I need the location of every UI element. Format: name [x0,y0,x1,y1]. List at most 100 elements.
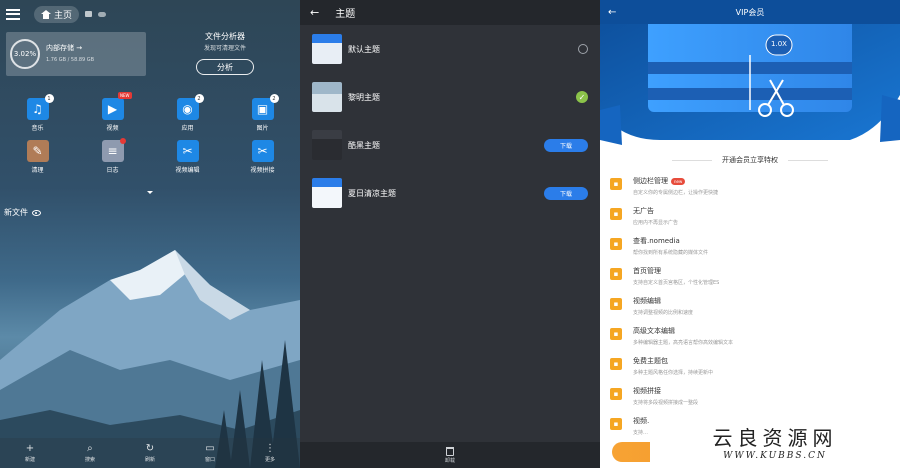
bottom-nav-label: 搜索 [84,456,95,463]
category-label: 图片 [256,125,269,132]
count-badge: 1 [44,94,54,103]
storage-usage-ring: 3.02% [10,39,40,69]
benefit-title: 无广告 [633,207,654,215]
benefit-description: 支持… [633,430,649,436]
theme-item[interactable]: 黎明主题 ✓ [300,73,600,121]
benefit-title-row: 侧边栏管理 new [633,176,686,186]
sidebar-icon: ▪ [610,178,622,190]
video-merge-icon: ✂ [251,140,274,162]
expand-arrow-icon[interactable] [147,191,153,194]
category-item[interactable]: ≡ 日志 [75,138,150,174]
theme-item[interactable]: 默认主题 [300,25,600,73]
bottom-nav-item[interactable]: ▭ 窗口 [204,443,215,463]
theme-item[interactable]: 酷黑主题 下载 [300,121,600,169]
theme-item[interactable]: 夏日清凉主题 下载 [300,169,600,217]
benefit-title-row: 首页管理 [633,266,661,276]
benefit-title: 查看.nomedia [633,237,680,245]
video-merge-icon: ▪ [610,388,622,400]
category-item[interactable]: ▣ 2 图片 [225,94,300,132]
storage-title: 内部存储 → [46,44,83,52]
refresh-icon: ↻ [145,442,155,454]
breadcrumb-home[interactable]: 主页 [34,5,80,23]
nomedia-icon: ▪ [610,238,622,250]
theme-name: 酷黑主题 [348,140,380,150]
home-manage-icon: ▪ [610,268,622,280]
count-badge: 2 [269,94,279,103]
category-label: 音乐 [31,125,44,132]
uninstall-button[interactable]: 卸载 [300,442,600,468]
category-label: 视频 [106,125,119,132]
radio-button[interactable] [578,44,588,54]
category-item[interactable]: ✂ 视频编辑 [150,140,225,174]
benefit-title-row: 免费主题包 [633,356,668,366]
category-grid: ♫ 1 音乐 ▶ NEW 视频 ◉ 2 应用 ▣ 2 图片 ✎ 清理 ≡ 日志 ✂ 视频编辑 ✂ 视频拼接 [0,92,300,174]
themes-title: 主题 [335,9,356,20]
category-item[interactable]: ▶ NEW 视频 [75,92,150,132]
bottom-nav-item[interactable]: ⋮ 更多 [264,443,275,463]
internal-storage-card[interactable]: 3.02% 内部存储 → 1.76 GB / 58.89 GB [6,32,146,76]
benefit-description: 多种编辑器主题，高亮语言帮你高效编辑文本 [633,340,734,346]
theme-name: 黎明主题 [348,92,380,102]
category-item[interactable]: ◉ 2 应用 [150,94,225,132]
category-item[interactable]: ♫ 1 音乐 [0,94,75,132]
category-item[interactable]: ✂ 视频拼接 [225,140,300,174]
home-icon [41,9,51,19]
category-label: 视频拼接 [250,167,275,174]
back-arrow-icon[interactable]: ← [608,7,616,18]
back-arrow-icon[interactable]: ← [310,6,319,19]
benefit-item: ▪ 查看.nomedia 帮你找到所有系统隐藏的媒体文件 [610,236,890,266]
bottom-nav-item[interactable]: ⌕ 搜索 [84,442,95,463]
new-tag: new [671,177,686,185]
broom-icon: ✎ [26,140,49,162]
menu-icon[interactable] [6,8,20,20]
speed-label: 1.0X [771,40,787,48]
benefit-title: 首页管理 [633,267,661,275]
benefit-item: ▪ 高级文本编辑 多种编辑器主题，高亮语言帮你高效编辑文本 [610,326,890,356]
vip-app-bar: ← VIP会员 [600,0,900,24]
vip-panel: 1.0X ← VIP会员 开通会员立享特权 ▪ 侧边栏管理 new 自定义你的专属侧边… [600,0,900,468]
file-manager-home-panel: 主页 3.02% 内部存储 → 1.76 GB / 58.89 GB 文件分析器… [0,0,300,468]
search-icon: ⌕ [87,442,93,454]
theme-name: 默认主题 [348,44,380,54]
benefit-item: ▪ 侧边栏管理 new 自定义你的专属侧边栏，让操作更快捷 [610,176,890,206]
benefit-description: 自定义你的专属侧边栏，让操作更快捷 [633,190,719,196]
uninstall-label: 卸载 [444,457,455,464]
category-label: 应用 [181,125,194,132]
count-badge: 2 [194,94,204,103]
window-icon[interactable] [85,11,93,17]
theme-thumbnail [312,82,342,112]
bottom-nav-item[interactable]: ↻ 刷新 [145,442,155,463]
bottom-nav-item[interactable]: + 新建 [24,442,35,463]
bottom-nav-label: 新建 [24,456,35,463]
benefit-title-row: 视频编辑 [633,296,661,306]
video-icon: ▶ NEW [101,92,132,120]
category-item[interactable]: ✎ 清理 [0,140,75,174]
benefits-title-text: 开通会员立享特权 [722,156,778,164]
check-icon[interactable]: ✓ [576,91,588,103]
new-files-label: 新文件 [4,208,28,217]
video-icon: ▪ [610,418,622,430]
download-button[interactable]: 下载 [544,186,588,200]
eye-icon[interactable] [32,209,41,216]
video-edit-icon: ✂ [176,140,199,162]
benefit-title-row: 无广告 [633,206,654,216]
bottom-nav-label: 窗口 [204,456,215,463]
benefit-title-row: 视频拼接 [633,386,661,396]
benefits-section-title: 开通会员立享特权 [600,155,900,165]
mountain-wallpaper [0,250,300,468]
divider [788,159,828,161]
themes-panel: ← 主题 默认主题 黎明主题 ✓ 酷黑主题 下载 夏日清凉主题 下载 卸载 [300,0,600,468]
benefit-description: 帮你找到所有系统隐藏的媒体文件 [633,250,709,256]
new-badge: NEW [118,92,132,99]
plus-icon: + [25,442,35,454]
theme-pack-icon: ▪ [610,358,622,370]
theme-thumbnail [312,130,342,160]
cloud-icon[interactable] [98,11,107,17]
download-button[interactable]: 下载 [544,138,588,152]
bottom-nav-label: 更多 [264,456,275,463]
benefit-item: ▪ 无广告 应用内不再显示广告 [610,206,890,236]
benefit-title: 免费主题包 [633,357,668,365]
watermark: 云良资源网 WWW.KUBBS.CN [650,414,900,468]
new-files-header: 新文件 [4,207,41,218]
analyze-button[interactable]: 分析 [196,59,254,75]
